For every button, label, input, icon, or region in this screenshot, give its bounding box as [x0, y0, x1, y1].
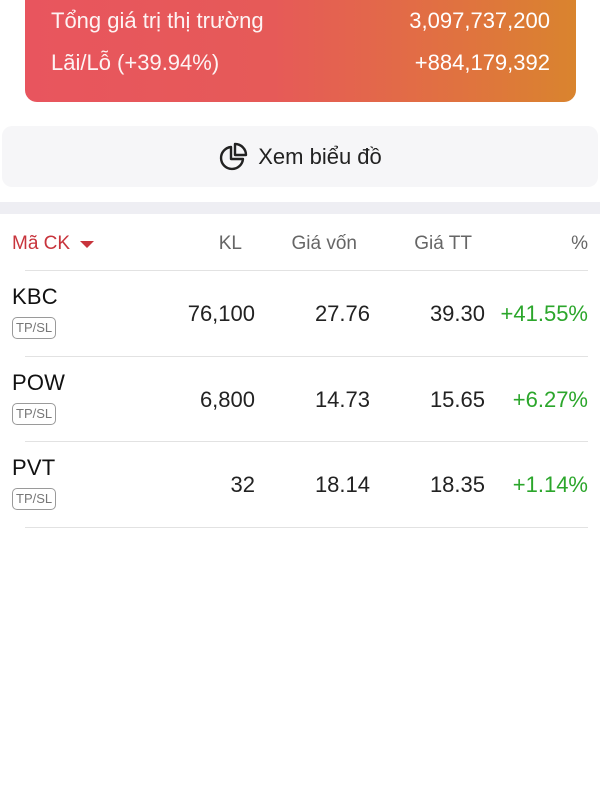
percent-change-value: +1.14% [512, 472, 588, 497]
stock-symbol: POW [12, 369, 66, 395]
volume-column-header: KL [218, 233, 242, 254]
tp-sl-button[interactable]: TP/SL [12, 402, 57, 425]
pnl-row: Lãi/Lỗ (+39.94%) +884,179,392 [51, 50, 550, 76]
section-divider [0, 202, 600, 214]
volume-value: 6,800 [199, 386, 255, 412]
market-price-value: 15.65 [429, 386, 485, 412]
stock-symbol: KBC [12, 284, 58, 309]
portfolio-summary-card: Tổng giá trị thị trường 3,097,737,200 Lã… [25, 0, 576, 102]
cost-price-column-header: Giá vốn [291, 233, 357, 254]
caret-down-icon [80, 240, 95, 248]
stock-symbol: PVT [12, 455, 56, 480]
percent-change-value: +6.27% [512, 386, 588, 412]
view-chart-button[interactable]: Xem biểu đồ [2, 126, 598, 187]
tp-sl-button[interactable]: TP/SL [12, 317, 57, 339]
market-price-value: 18.35 [429, 472, 485, 497]
pie-chart-icon [220, 142, 248, 170]
market-value: 3,097,737,200 [409, 8, 550, 33]
table-row[interactable]: POW TP/SL 6,800 14.73 15.65 +6.27% [12, 357, 588, 442]
pnl-value: +884,179,392 [414, 50, 550, 75]
holdings-list: KBC TP/SL 76,100 27.76 39.30 +41.55% POW… [0, 271, 600, 528]
volume-value: 32 [230, 472, 255, 497]
symbol-column-header[interactable]: Mã CK [12, 233, 95, 255]
percent-column-header: % [571, 233, 588, 254]
market-value-row: Tổng giá trị thị trường 3,097,737,200 [51, 8, 550, 34]
cost-price-value: 14.73 [314, 386, 370, 412]
market-price-value: 39.30 [429, 301, 485, 326]
market-price-column-header: Giá TT [414, 233, 472, 254]
market-value-label: Tổng giá trị thị trường [51, 8, 264, 33]
volume-value: 76,100 [187, 301, 255, 326]
table-row[interactable]: KBC TP/SL 76,100 27.76 39.30 +41.55% [12, 271, 588, 357]
view-chart-label: Xem biểu đồ [258, 143, 382, 169]
percent-change-value: +41.55% [500, 301, 588, 326]
table-row[interactable]: PVT TP/SL 32 18.14 18.35 +1.14% [12, 442, 588, 528]
cost-price-value: 18.14 [314, 472, 370, 497]
symbol-header-label: Mã CK [12, 233, 71, 254]
cost-price-value: 27.76 [314, 301, 370, 326]
pnl-label: Lãi/Lỗ (+39.94%) [51, 50, 220, 75]
tp-sl-button[interactable]: TP/SL [12, 488, 57, 510]
holdings-table-header: Mã CK KL Giá vốn Giá TT % [0, 230, 600, 260]
